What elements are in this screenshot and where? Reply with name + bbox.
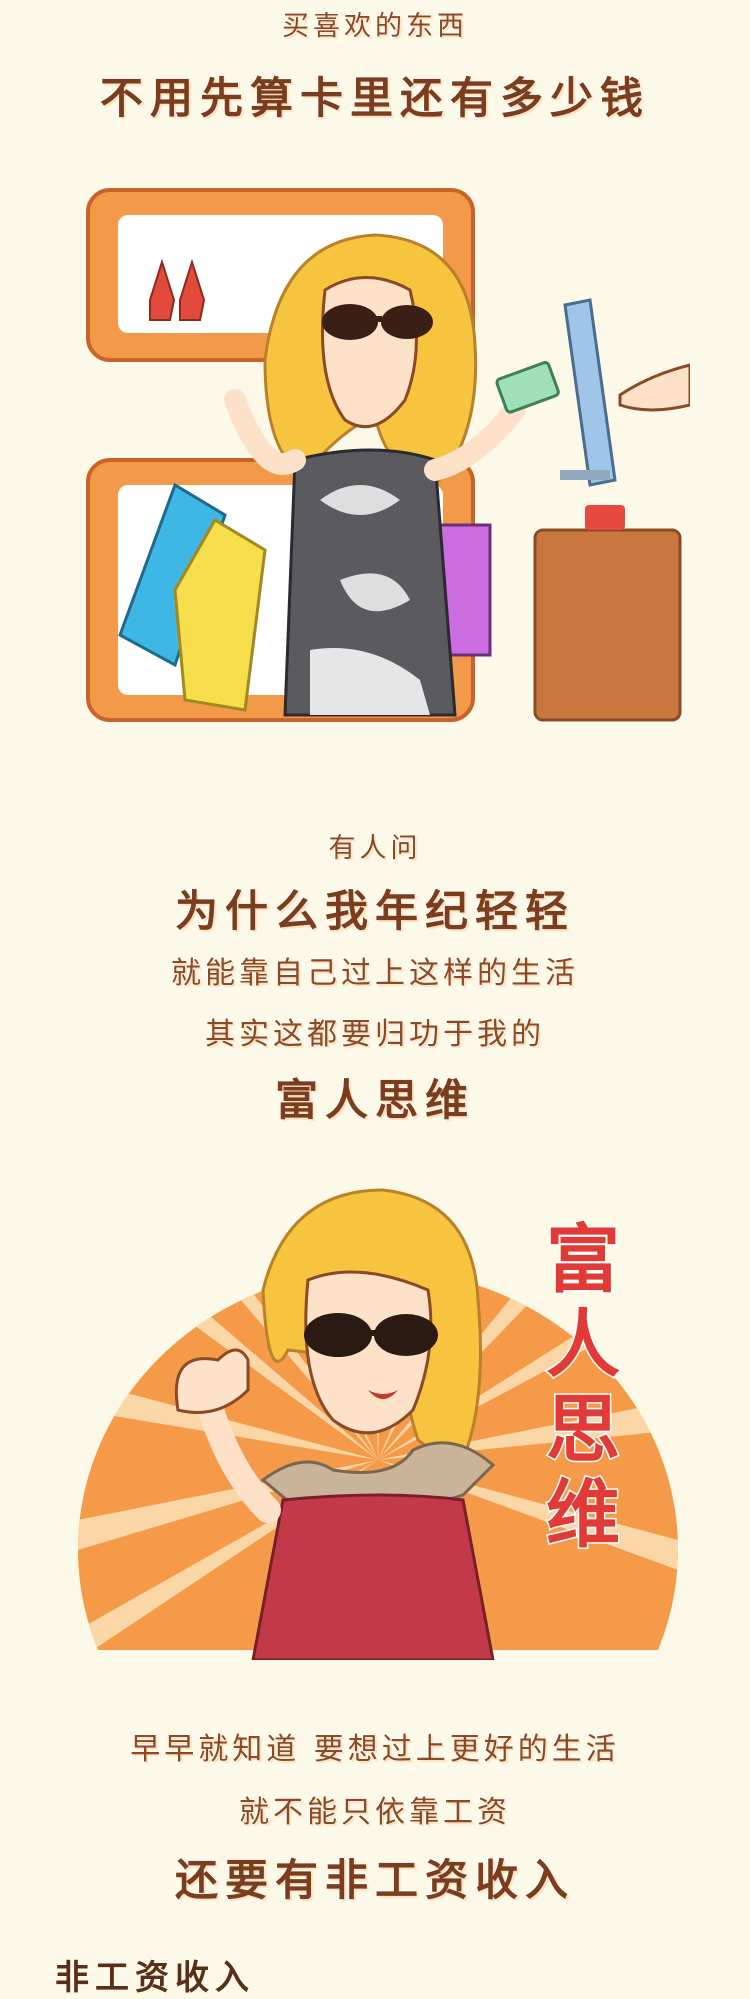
register-screen	[563, 298, 617, 487]
card-reader	[585, 505, 625, 530]
headline-non-salary-income: 还要有非工资收入	[175, 1856, 575, 1906]
headline-no-need-check-card: 不用先算卡里还有多少钱	[100, 74, 650, 124]
sunglasses-left-lens	[304, 1313, 372, 1357]
badge-char-1: 富	[546, 1218, 620, 1301]
sunglasses-bridge	[370, 1330, 376, 1336]
caption-live-this-life: 就能靠自己过上这样的生活	[171, 956, 579, 991]
register-stand	[560, 470, 610, 480]
badge-char-3: 思	[546, 1388, 620, 1471]
sunglasses-left-lens	[322, 304, 378, 340]
badge-char-4: 维	[546, 1473, 620, 1556]
section-heading-non-salary-income: 非工资收入	[55, 1958, 255, 1998]
headline-why-so-young: 为什么我年纪轻轻	[175, 887, 575, 937]
rich-mindset-illustration: 富 人 思 维	[78, 1188, 678, 1660]
sunglasses-bridge	[376, 316, 382, 322]
sunglasses-right-lens	[374, 1314, 438, 1356]
woman-face	[321, 276, 418, 429]
checkout-counter	[533, 528, 682, 722]
headline-rich-mindset: 富人思维	[275, 1076, 475, 1126]
cashier-hand	[618, 363, 690, 412]
caption-thanks-to-my: 其实这都要归功于我的	[205, 1017, 545, 1052]
shopping-illustration	[86, 188, 690, 722]
sunglasses-right-lens	[381, 305, 433, 339]
red-top	[251, 1493, 495, 1660]
badge-char-2: 人	[546, 1303, 620, 1386]
credit-card	[495, 361, 560, 414]
caption-line-buy-things: 买喜欢的东西	[282, 11, 468, 42]
caption-someone-asked: 有人问	[328, 833, 422, 864]
caption-knew-early: 早早就知道 要想过上更好的生活	[130, 1732, 620, 1767]
caption-cannot-rely-salary: 就不能只依靠工资	[239, 1795, 511, 1830]
